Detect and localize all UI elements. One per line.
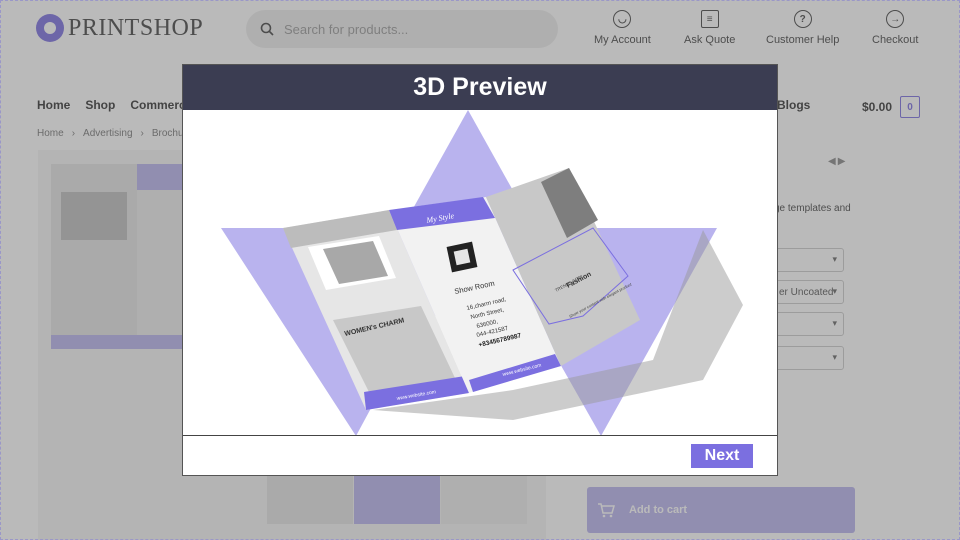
preview-stage[interactable]: WOMEN's CHARM www.website.com My Style S… (183, 110, 777, 436)
modal-header: 3D Preview (183, 65, 777, 110)
modal-footer: Next (183, 436, 777, 476)
preview-modal: 3D Preview WOMEN's CHARM www.website.com… (182, 64, 778, 476)
modal-title: 3D Preview (413, 73, 547, 101)
brochure-3d-preview: WOMEN's CHARM www.website.com My Style S… (221, 110, 743, 435)
next-button[interactable]: Next (691, 444, 753, 468)
qr-code-inner (453, 248, 471, 266)
